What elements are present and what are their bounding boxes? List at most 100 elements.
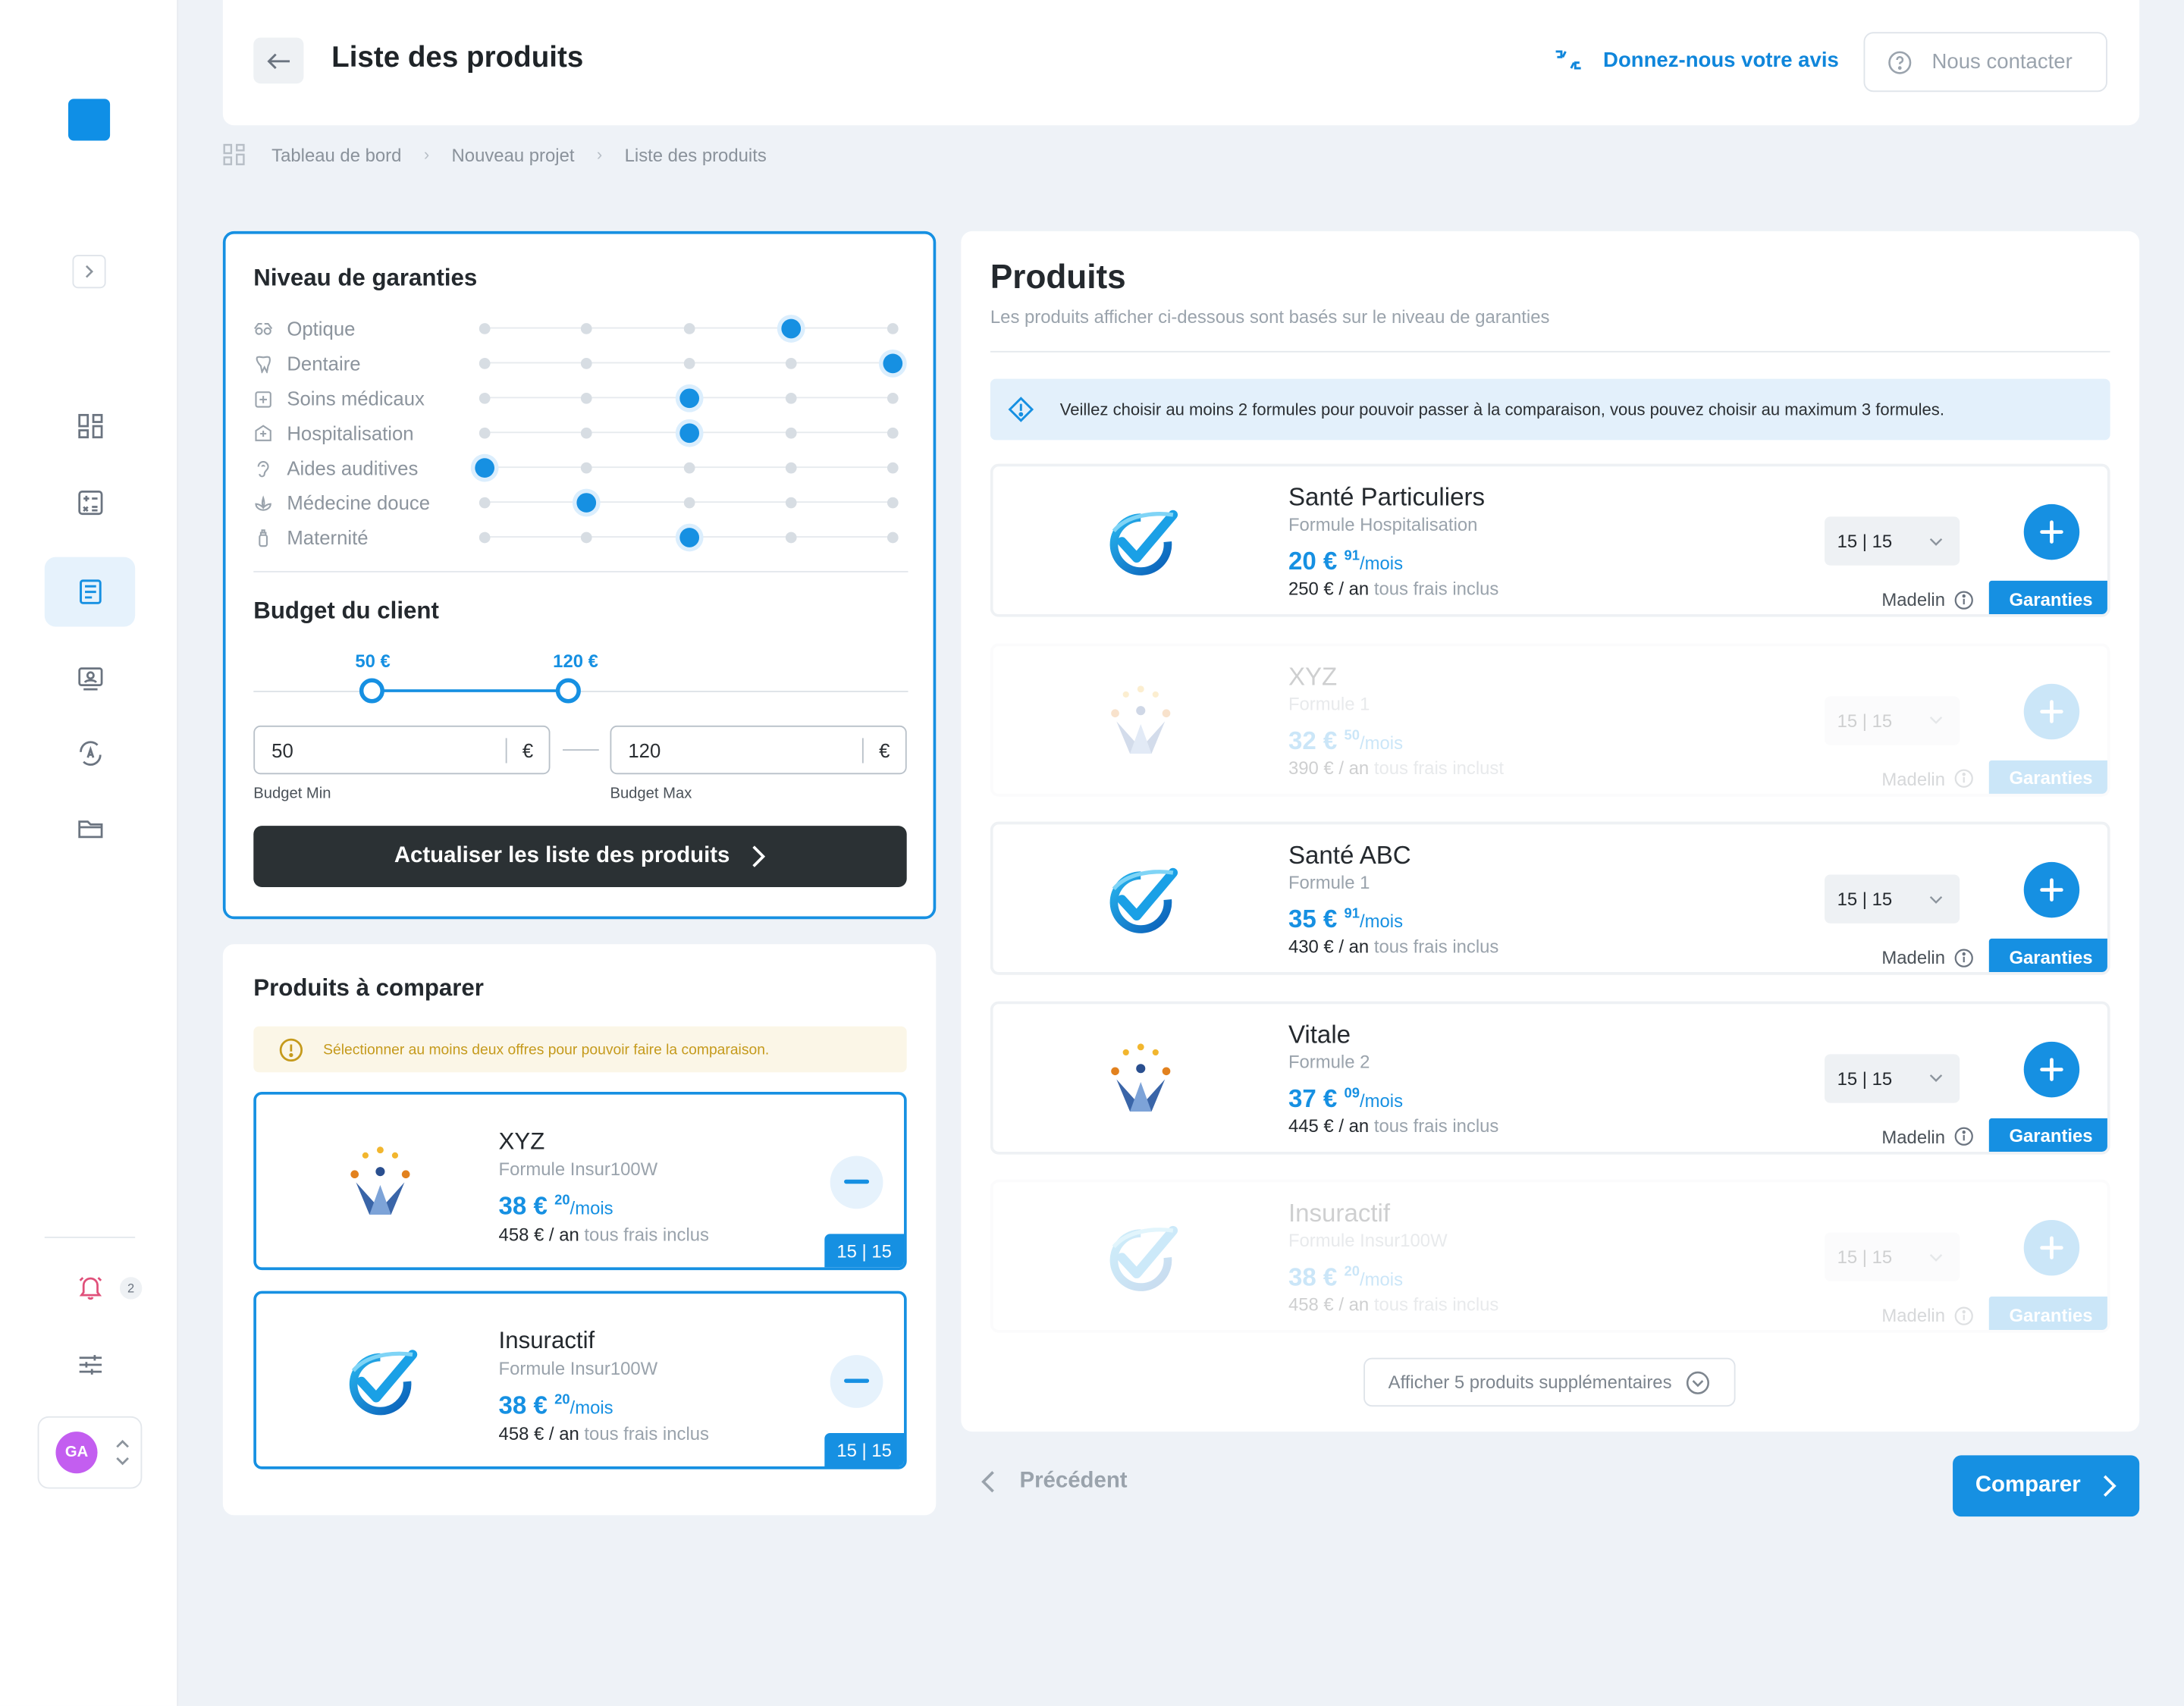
garantie-level-dot[interactable] <box>785 392 797 404</box>
garantie-level-dot[interactable] <box>682 323 695 334</box>
madelin-info[interactable]: Madelin <box>1881 1126 1973 1147</box>
budget-max-label: 120 € <box>553 650 598 672</box>
garantie-level-knob[interactable] <box>679 423 699 444</box>
user-menu[interactable]: GA <box>37 1416 143 1489</box>
garantie-level-dot[interactable] <box>886 532 899 544</box>
budget-max-value: 120 <box>628 739 661 761</box>
garantie-level-dot[interactable] <box>886 427 899 439</box>
garanties-button[interactable]: Garanties <box>1988 1296 2107 1331</box>
madelin-info[interactable]: Madelin <box>1881 589 1973 610</box>
add-to-compare-button[interactable] <box>2023 861 2080 918</box>
formula-select[interactable]: 15 | 15 <box>1825 695 1960 745</box>
garantie-level-dot[interactable] <box>785 497 797 509</box>
garanties-button[interactable]: Garanties <box>1988 938 2107 973</box>
add-to-compare-button[interactable] <box>2023 1040 2080 1097</box>
garantie-level-dot[interactable] <box>581 392 593 404</box>
compare-button[interactable]: Comparer <box>1953 1455 2140 1517</box>
garantie-level-dot[interactable] <box>581 323 593 334</box>
garanties-button[interactable]: Garanties <box>1988 1117 2107 1152</box>
remove-from-compare-button[interactable] <box>830 1355 883 1408</box>
breadcrumb-item[interactable]: Tableau de bord <box>271 144 401 165</box>
sidebar-item-contacts[interactable] <box>45 644 135 713</box>
update-products-button[interactable]: Actualiser les liste des produits <box>253 826 907 887</box>
garantie-level-dot[interactable] <box>479 323 491 334</box>
garantie-level-dot[interactable] <box>785 427 797 439</box>
add-to-compare-button[interactable] <box>2023 1219 2080 1276</box>
sidebar-item-translate[interactable] <box>45 719 135 789</box>
contact-button[interactable]: Nous contacter <box>1863 32 2107 93</box>
formula-select[interactable]: 15 | 15 <box>1825 1053 1960 1102</box>
feedback-link[interactable]: Donnez-nous votre avis <box>1553 46 1839 74</box>
previous-button[interactable]: Précédent <box>981 1469 1128 1494</box>
garantie-level-dot[interactable] <box>886 392 899 404</box>
garantie-level-knob[interactable] <box>679 388 699 409</box>
garantie-level-dot[interactable] <box>581 462 593 474</box>
app-logo[interactable] <box>67 99 111 141</box>
product-card[interactable]: XYZ Formule 1 32 € 50/mois 390 € / an tous … <box>990 642 2110 796</box>
sidebar-item-calculator[interactable] <box>45 468 135 538</box>
garantie-level-knob[interactable] <box>780 318 801 339</box>
sidebar-item-documents[interactable] <box>44 557 136 627</box>
garantie-level-dot[interactable] <box>785 532 797 544</box>
product-card[interactable]: Vitale Formule 2 37 € 09/mois 445 € / an to… <box>990 1000 2110 1154</box>
garantie-level-knob[interactable] <box>679 528 699 547</box>
sidebar-item-dashboard[interactable] <box>45 391 135 461</box>
garantie-level-dot[interactable] <box>479 392 491 404</box>
add-to-compare-button[interactable] <box>2023 682 2080 739</box>
budget-min-field[interactable]: 50 € <box>253 725 551 775</box>
garantie-level-dot[interactable] <box>682 497 695 509</box>
garantie-level-dot[interactable] <box>479 427 491 439</box>
show-more-button[interactable]: Afficher 5 produits supplémentaires <box>1363 1357 1736 1407</box>
product-formula: Formule 1 <box>1288 871 1370 893</box>
budget-max-field[interactable]: 120 € <box>610 725 907 775</box>
product-card[interactable]: Santé Particuliers Formule Hospitalisatio… <box>990 463 2110 617</box>
back-button[interactable] <box>253 37 304 84</box>
document-icon <box>79 579 101 604</box>
budget-max-handle[interactable] <box>555 678 581 704</box>
remove-from-compare-button[interactable] <box>830 1156 883 1209</box>
garantie-level-dot[interactable] <box>785 462 797 474</box>
garantie-level-knob[interactable] <box>475 458 495 478</box>
garantie-level-dot[interactable] <box>479 532 491 544</box>
garantie-level-dot[interactable] <box>886 497 899 509</box>
garantie-level-dot[interactable] <box>682 462 695 474</box>
compare-item-card[interactable]: XYZ Formule Insur100W 38 € 20/mois 458 € / … <box>253 1091 907 1271</box>
garantie-level-dot[interactable] <box>886 462 899 474</box>
compare-item-card[interactable]: Insuractif Formule Insur100W 38 € 20/mois 4… <box>253 1290 907 1469</box>
garantie-level-dot[interactable] <box>682 358 695 369</box>
formula-select[interactable]: 15 | 15 <box>1825 516 1960 566</box>
garantie-level-dot[interactable] <box>581 427 593 439</box>
settings-button[interactable] <box>45 1330 135 1400</box>
garantie-level-dot[interactable] <box>785 358 797 369</box>
breadcrumb-item[interactable]: Nouveau projet <box>452 144 575 165</box>
garantie-level-dot[interactable] <box>581 532 593 544</box>
price-period: /mois <box>1359 732 1404 753</box>
garantie-level-dot[interactable] <box>479 358 491 369</box>
translate-icon <box>79 741 101 766</box>
sidebar-item-folders[interactable] <box>45 794 135 864</box>
garantie-level-knob[interactable] <box>576 493 597 513</box>
garantie-level-dot[interactable] <box>581 358 593 369</box>
madelin-info[interactable]: Madelin <box>1881 947 1973 968</box>
garantie-level-dot[interactable] <box>886 323 899 334</box>
product-card[interactable]: Insuractif Formule Insur100W 38 € 20/mois 4… <box>990 1179 2110 1333</box>
add-to-compare-button[interactable] <box>2023 503 2080 560</box>
expand-sidebar-button[interactable] <box>72 255 106 289</box>
update-products-label: Actualiser les liste des produits <box>394 844 730 868</box>
formula-select[interactable]: 15 | 15 <box>1825 874 1960 924</box>
people-logo-icon <box>1111 685 1171 754</box>
garantie-level-knob[interactable] <box>883 353 903 374</box>
madelin-info[interactable]: Madelin <box>1881 768 1973 789</box>
top-header: Liste des produits Donnez-nous votre avi… <box>222 0 2140 126</box>
product-card[interactable]: Santé ABC Formule 1 35 € 91/mois 430 € / an… <box>990 821 2110 975</box>
madelin-info[interactable]: Madelin <box>1881 1305 1973 1326</box>
garanties-button[interactable]: Garanties <box>1988 580 2107 614</box>
garanties-button[interactable]: Garanties <box>1988 759 2107 794</box>
price-period: /mois <box>1359 1269 1404 1290</box>
formula-select[interactable]: 15 | 15 <box>1825 1232 1960 1281</box>
notification-badge: 2 <box>119 1277 143 1300</box>
budget-min-value: 50 <box>271 739 293 761</box>
garantie-row: Maternité <box>253 525 908 550</box>
garantie-level-dot[interactable] <box>479 497 491 509</box>
budget-min-handle[interactable] <box>359 678 384 704</box>
